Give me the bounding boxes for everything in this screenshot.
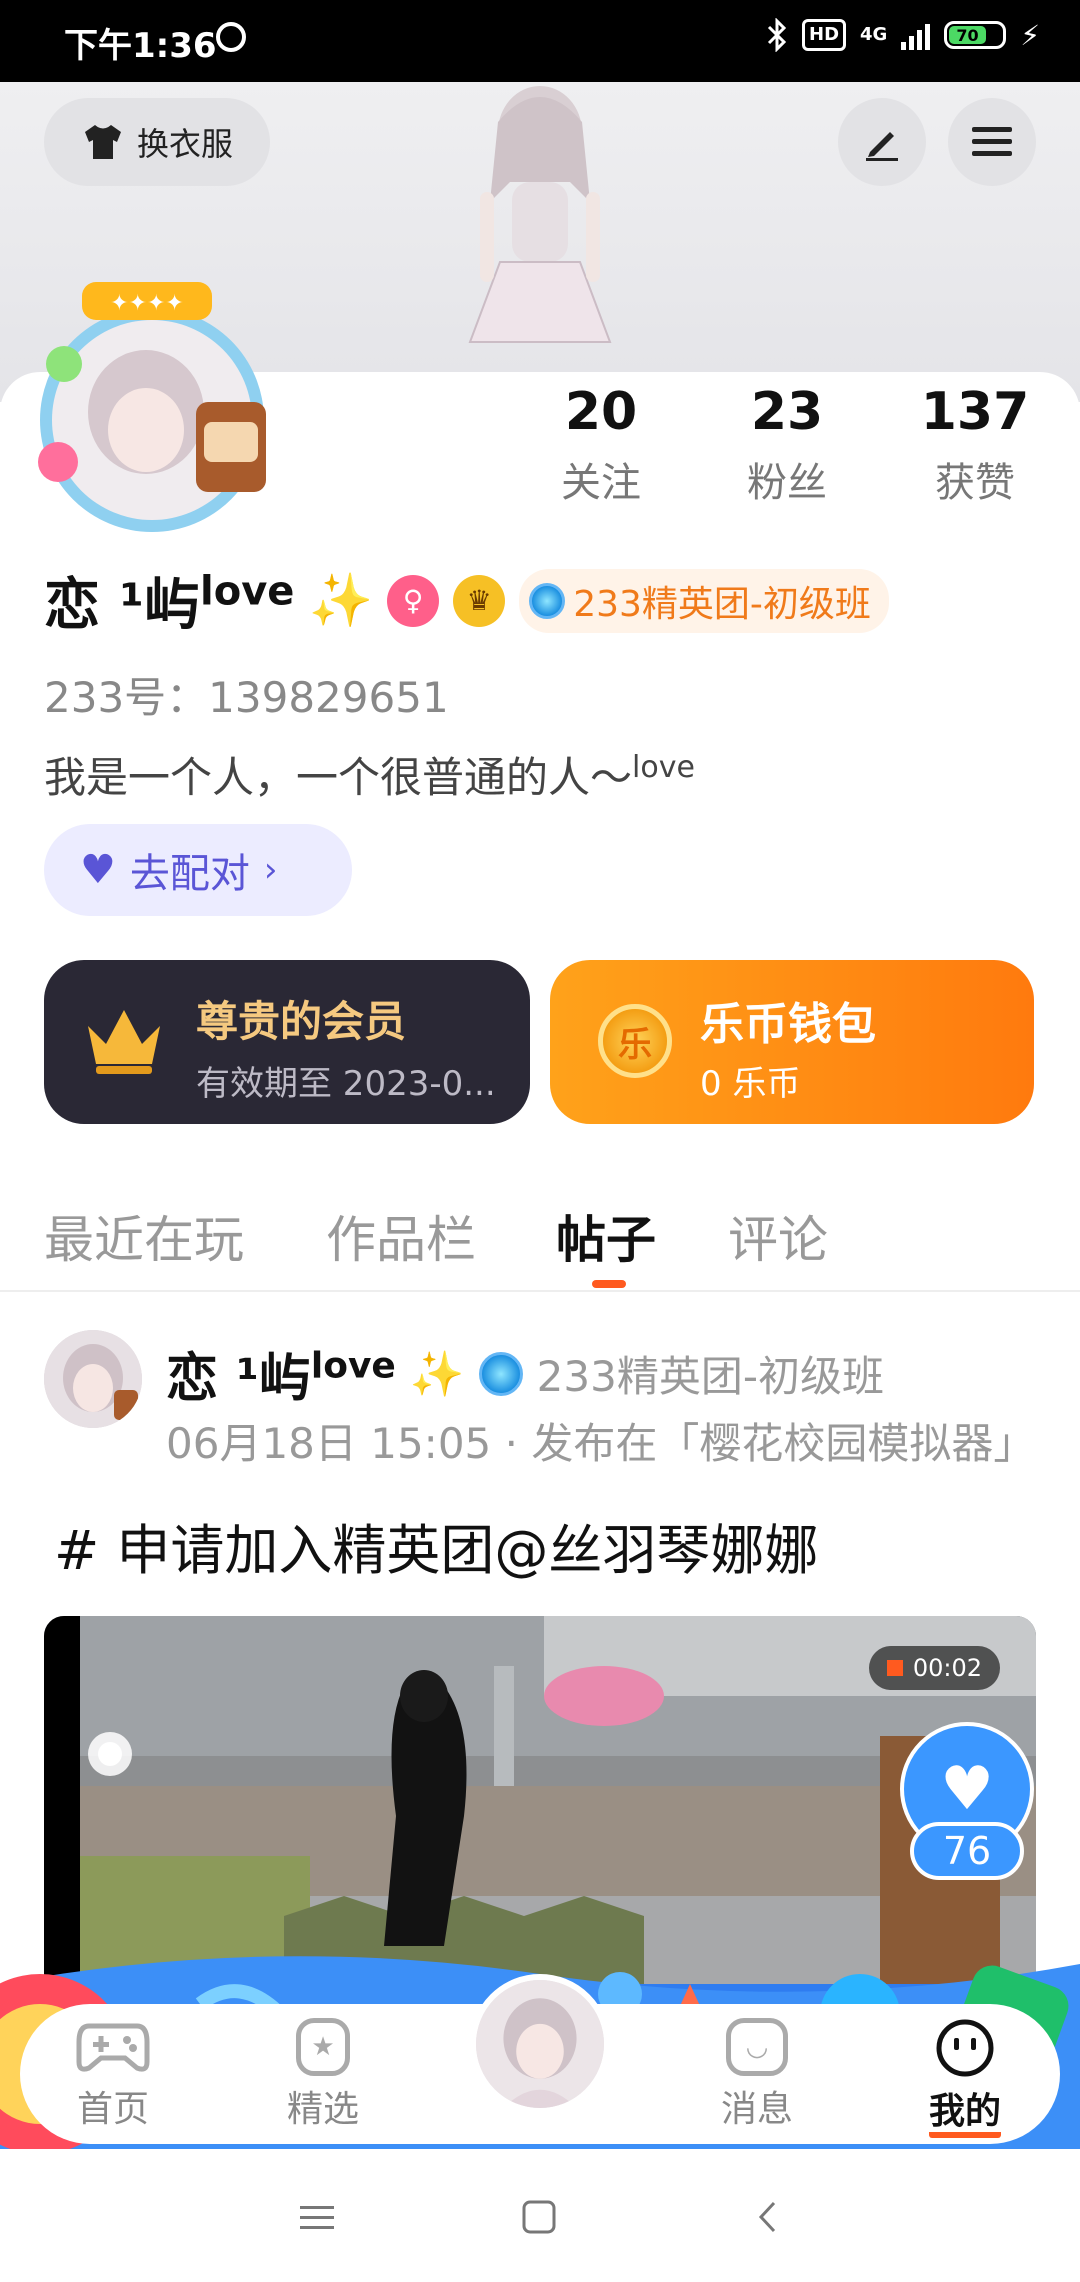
post-meta[interactable]: 06月18日 15:05 · 发布在「樱花校园模拟器」	[166, 1410, 1035, 1471]
post-author-avatar[interactable]	[44, 1330, 142, 1428]
charging-icon: ⚡	[1020, 18, 1040, 52]
battery-icon: 70	[944, 21, 1007, 49]
bluetooth-icon	[767, 18, 787, 52]
wallet-balance: 0 乐币	[700, 1064, 801, 1104]
post-author-club: 233精英团-初级班	[536, 1352, 884, 1401]
chat-bubble-icon: ◡	[726, 2018, 788, 2076]
signal-icon	[901, 20, 931, 50]
pencil-icon	[866, 132, 898, 161]
video-duration: 00:02	[868, 1646, 1000, 1690]
nav-messages[interactable]: ◡ 消息	[692, 2018, 822, 2132]
nav-me[interactable]: 我的	[900, 2018, 1030, 2138]
star-bookmark-icon: ★	[296, 2018, 350, 2076]
post-author-name[interactable]: 恋 ¹屿love	[166, 1336, 396, 1411]
tab-posts[interactable]: 帖子	[556, 1200, 656, 1272]
crown-badge-icon[interactable]: ♛	[453, 574, 506, 627]
username-row: 恋 ¹屿love ✨ ♀ ♛ 233精英团-初级班	[44, 560, 889, 641]
tab-recent-played[interactable]: 最近在玩	[44, 1200, 244, 1272]
avatar-character[interactable]	[440, 82, 640, 372]
nav-featured[interactable]: ★ 精选	[258, 2018, 388, 2132]
sparkle-icon: ✨	[409, 1348, 465, 1400]
change-outfit-button[interactable]: 换衣服	[44, 98, 270, 186]
recent-apps-icon[interactable]	[300, 2204, 334, 2232]
status-bar: 下午1:36 HD 4G 70 ⚡	[0, 0, 1080, 82]
active-tab-indicator	[592, 1280, 626, 1288]
heart-icon: ♥	[940, 1754, 994, 1824]
system-navigation-bar	[0, 2150, 1080, 2280]
vip-card[interactable]: 尊贵的会员 有效期至 2023-0...	[44, 960, 530, 1124]
network-type: 4G	[860, 24, 888, 45]
user-bio: 我是一个人，一个很普通的人～love	[44, 750, 695, 802]
back-icon[interactable]	[756, 2200, 778, 2234]
post-author-row: 恋 ¹屿love ✨ 233精英团-初级班	[166, 1336, 884, 1411]
wallet-title: 乐币钱包	[700, 999, 876, 1050]
stat-following[interactable]: 20 关注	[526, 382, 676, 508]
tab-works[interactable]: 作品栏	[326, 1200, 476, 1272]
hamburger-menu-icon	[972, 127, 1012, 156]
change-outfit-label: 换衣服	[136, 125, 233, 163]
nav-avatar-button[interactable]	[470, 1974, 610, 2114]
gamepad-icon	[76, 2023, 150, 2072]
coin-icon: 乐	[598, 1004, 672, 1078]
heart-icon: ♥	[80, 847, 116, 893]
match-button-label: 去配对	[129, 851, 250, 897]
gem-icon	[529, 582, 566, 619]
vip-expiry: 有效期至 2023-0...	[196, 1064, 496, 1104]
match-button[interactable]: ♥ 去配对 ›	[44, 824, 352, 916]
home-icon[interactable]	[522, 2200, 556, 2234]
chevron-right-icon: ›	[263, 850, 278, 890]
club-badge[interactable]: 233精英团-初级班	[519, 568, 889, 633]
smiley-face-icon	[936, 2019, 994, 2077]
tab-comments[interactable]: 评论	[728, 1200, 828, 1272]
svg-text:✦✦✦✦: ✦✦✦✦	[110, 291, 184, 316]
post-title[interactable]: # 申请加入精英团@丝羽琴娜娜	[54, 1506, 818, 1585]
edit-profile-button[interactable]	[838, 98, 926, 186]
stat-followers[interactable]: 23 粉丝	[712, 382, 862, 508]
crown-icon	[88, 1010, 160, 1074]
gem-icon	[478, 1351, 523, 1396]
record-icon	[886, 1660, 903, 1676]
hd-icon: HD	[802, 19, 847, 51]
menu-button[interactable]	[948, 98, 1036, 186]
shirt-icon	[84, 125, 121, 159]
nav-home[interactable]: 首页	[48, 2018, 178, 2132]
status-icons: HD 4G 70 ⚡	[766, 18, 1040, 52]
stat-likes[interactable]: 137 获赞	[900, 382, 1050, 508]
vip-title: 尊贵的会员	[196, 997, 407, 1046]
sparkle-icon: ✨	[308, 571, 374, 631]
profile-avatar[interactable]: ✦✦✦✦	[36, 272, 276, 532]
like-count: 76	[910, 1822, 1024, 1880]
username: 恋 ¹屿love	[44, 568, 295, 638]
gender-female-icon[interactable]: ♀	[387, 574, 440, 627]
wallet-card[interactable]: 乐 乐币钱包 0 乐币	[550, 960, 1034, 1124]
user-id: 233号：139829651	[44, 673, 449, 722]
alarm-icon	[216, 22, 246, 52]
status-time: 下午1:36	[64, 26, 217, 66]
